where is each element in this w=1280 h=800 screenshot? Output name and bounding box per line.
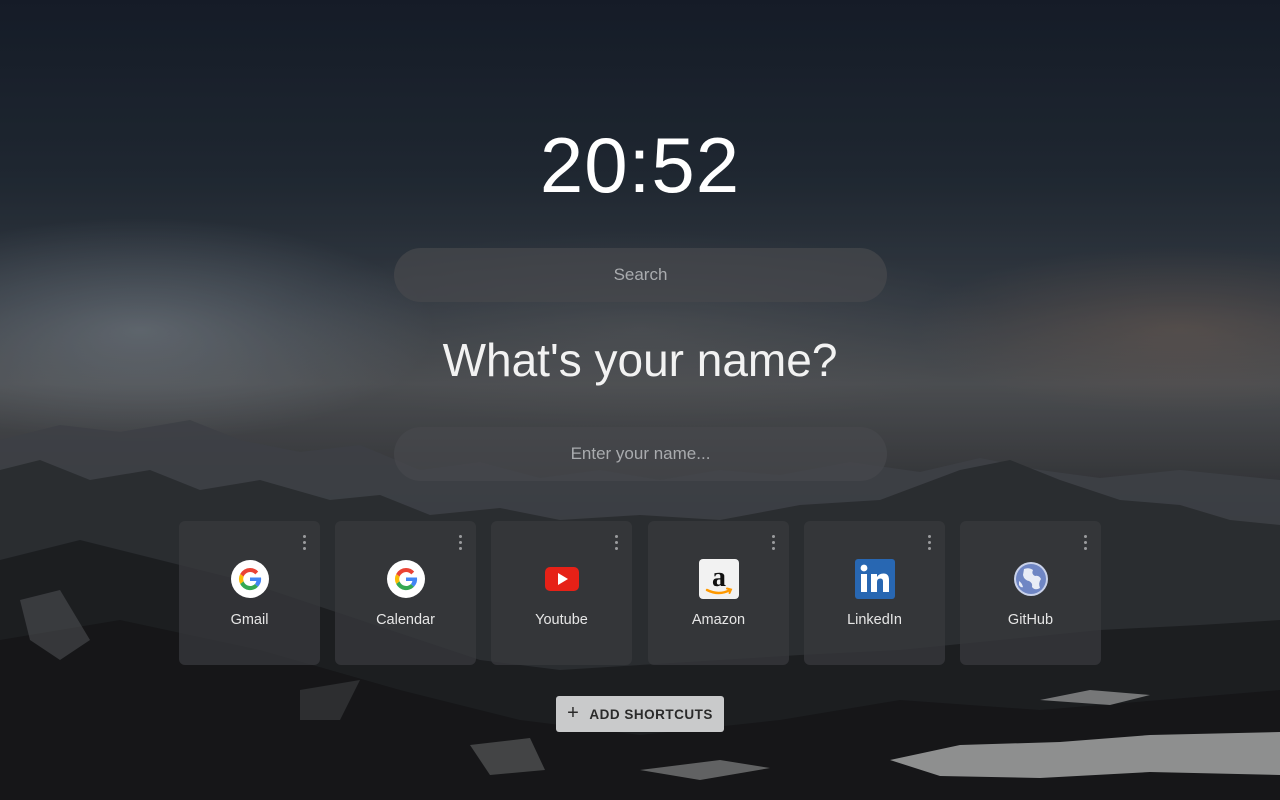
add-shortcuts-label: ADD SHORTCUTS [589,706,713,722]
more-options-icon[interactable] [1079,535,1091,553]
shortcut-label: LinkedIn [847,612,902,628]
shortcut-label: Youtube [535,612,588,628]
shortcut-label: GitHub [1007,612,1054,628]
shortcut-label: Gmail [230,612,269,628]
more-options-icon[interactable] [610,535,622,553]
svg-text:a: a [712,562,726,593]
more-options-icon[interactable] [454,535,466,553]
more-options-icon[interactable] [923,535,935,553]
shortcut-calendar[interactable]: Calendar [335,521,476,665]
search-input[interactable] [394,248,887,302]
name-question: What's your name? [442,334,838,386]
globe-icon [1013,562,1048,596]
shortcut-label: Amazon [691,612,746,628]
youtube-icon [544,567,579,591]
more-options-icon[interactable] [298,535,310,553]
shortcut-label: Calendar [376,612,435,628]
shortcut-amazon[interactable]: a Amazon [648,521,789,665]
name-input[interactable] [394,427,887,481]
shortcut-github[interactable]: GitHub [960,521,1101,665]
more-options-icon[interactable] [767,535,779,553]
add-shortcuts-button[interactable]: + ADD SHORTCUTS [556,696,724,732]
amazon-icon: a [698,559,739,599]
shortcut-gmail[interactable]: Gmail [179,521,320,665]
clock: 20:52 [539,121,741,209]
plus-icon: + [567,702,580,724]
shortcuts-grid: Gmail Calendar Youtube a Amazon LinkedIn… [179,521,1101,665]
linkedin-icon [854,559,895,599]
shortcut-linkedin[interactable]: LinkedIn [804,521,945,665]
shortcut-youtube[interactable]: Youtube [491,521,632,665]
google-icon [386,560,425,598]
google-icon [230,560,269,598]
